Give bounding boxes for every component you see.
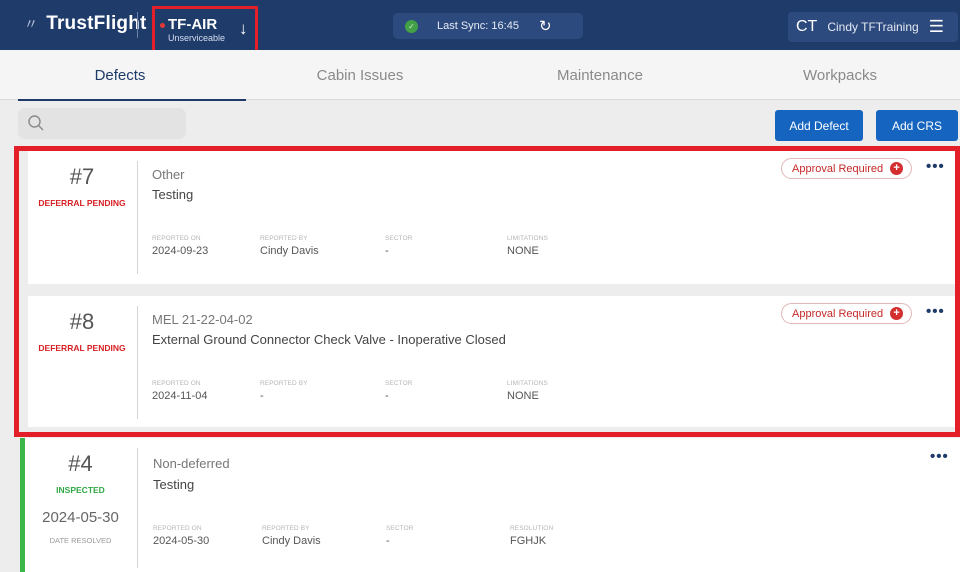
meta-value: - bbox=[386, 535, 390, 547]
search-icon bbox=[28, 115, 44, 131]
meta-sector: SECTOR - bbox=[386, 525, 414, 547]
app-logo[interactable]: 〃 TrustFlight bbox=[24, 13, 147, 35]
add-crs-button[interactable]: Add CRS bbox=[876, 110, 958, 141]
tab-workpacks[interactable]: Workpacks bbox=[720, 50, 960, 100]
highlight-box bbox=[14, 146, 960, 437]
search-input[interactable] bbox=[18, 108, 186, 139]
defect-number: #4 bbox=[68, 451, 93, 476]
defect-title: Testing bbox=[153, 477, 195, 492]
meta-value: 2024-05-30 bbox=[153, 535, 210, 547]
last-sync-label: Last Sync: 16:45 bbox=[437, 20, 519, 32]
meta-value: FGHJK bbox=[510, 535, 547, 547]
meta-reported-by: REPORTED BY Cindy Davis bbox=[262, 525, 321, 547]
hamburger-menu-icon[interactable]: ☰ bbox=[929, 17, 944, 37]
top-bar: 〃 TrustFlight TF-AIR Unserviceable ↓ ✓ L… bbox=[0, 0, 960, 64]
meta-label: REPORTED ON bbox=[153, 525, 202, 532]
user-name: Cindy TFTraining bbox=[827, 20, 919, 34]
arrow-down-icon: ↓ bbox=[239, 19, 248, 38]
aircraft-status-dot bbox=[160, 23, 165, 28]
tab-defects[interactable]: Defects bbox=[0, 50, 246, 101]
meta-resolution: RESOLUTION FGHJK bbox=[510, 525, 553, 547]
meta-label: RESOLUTION bbox=[510, 525, 554, 532]
sync-status: ✓ Last Sync: 16:45 ↻ bbox=[393, 13, 583, 39]
defect-card[interactable]: #4 INSPECTED 2024-05-30 DATE RESOLVED No… bbox=[20, 438, 960, 572]
logo-text: TrustFlight bbox=[46, 13, 147, 34]
tab-maintenance[interactable]: Maintenance bbox=[480, 50, 720, 100]
defect-category: Non-deferred bbox=[153, 456, 230, 471]
user-initials: CT bbox=[796, 18, 818, 35]
refresh-icon[interactable]: ↻ bbox=[539, 17, 552, 35]
section-tabs: Defects Cabin Issues Maintenance Workpac… bbox=[0, 50, 960, 101]
tab-cabin-issues[interactable]: Cabin Issues bbox=[240, 50, 480, 100]
meta-label: REPORTED BY bbox=[262, 525, 310, 532]
date-resolved: 2024-05-30 bbox=[42, 509, 119, 526]
more-options-icon[interactable]: ••• bbox=[930, 448, 949, 465]
meta-label: SECTOR bbox=[386, 525, 414, 532]
logo-mark-icon: 〃 bbox=[24, 16, 39, 32]
header-divider bbox=[137, 12, 138, 38]
check-icon: ✓ bbox=[405, 19, 418, 33]
defect-id-block: #4 INSPECTED 2024-05-30 DATE RESOLVED bbox=[25, 438, 136, 545]
meta-value: Cindy Davis bbox=[262, 535, 321, 547]
defect-status: INSPECTED bbox=[56, 485, 105, 495]
date-resolved-label: DATE RESOLVED bbox=[49, 536, 112, 545]
user-menu[interactable]: CT Cindy TFTraining ☰ bbox=[788, 12, 958, 42]
card-divider bbox=[137, 448, 138, 568]
add-defect-button[interactable]: Add Defect bbox=[775, 110, 863, 141]
meta-reported-on: REPORTED ON 2024-05-30 bbox=[153, 525, 209, 547]
